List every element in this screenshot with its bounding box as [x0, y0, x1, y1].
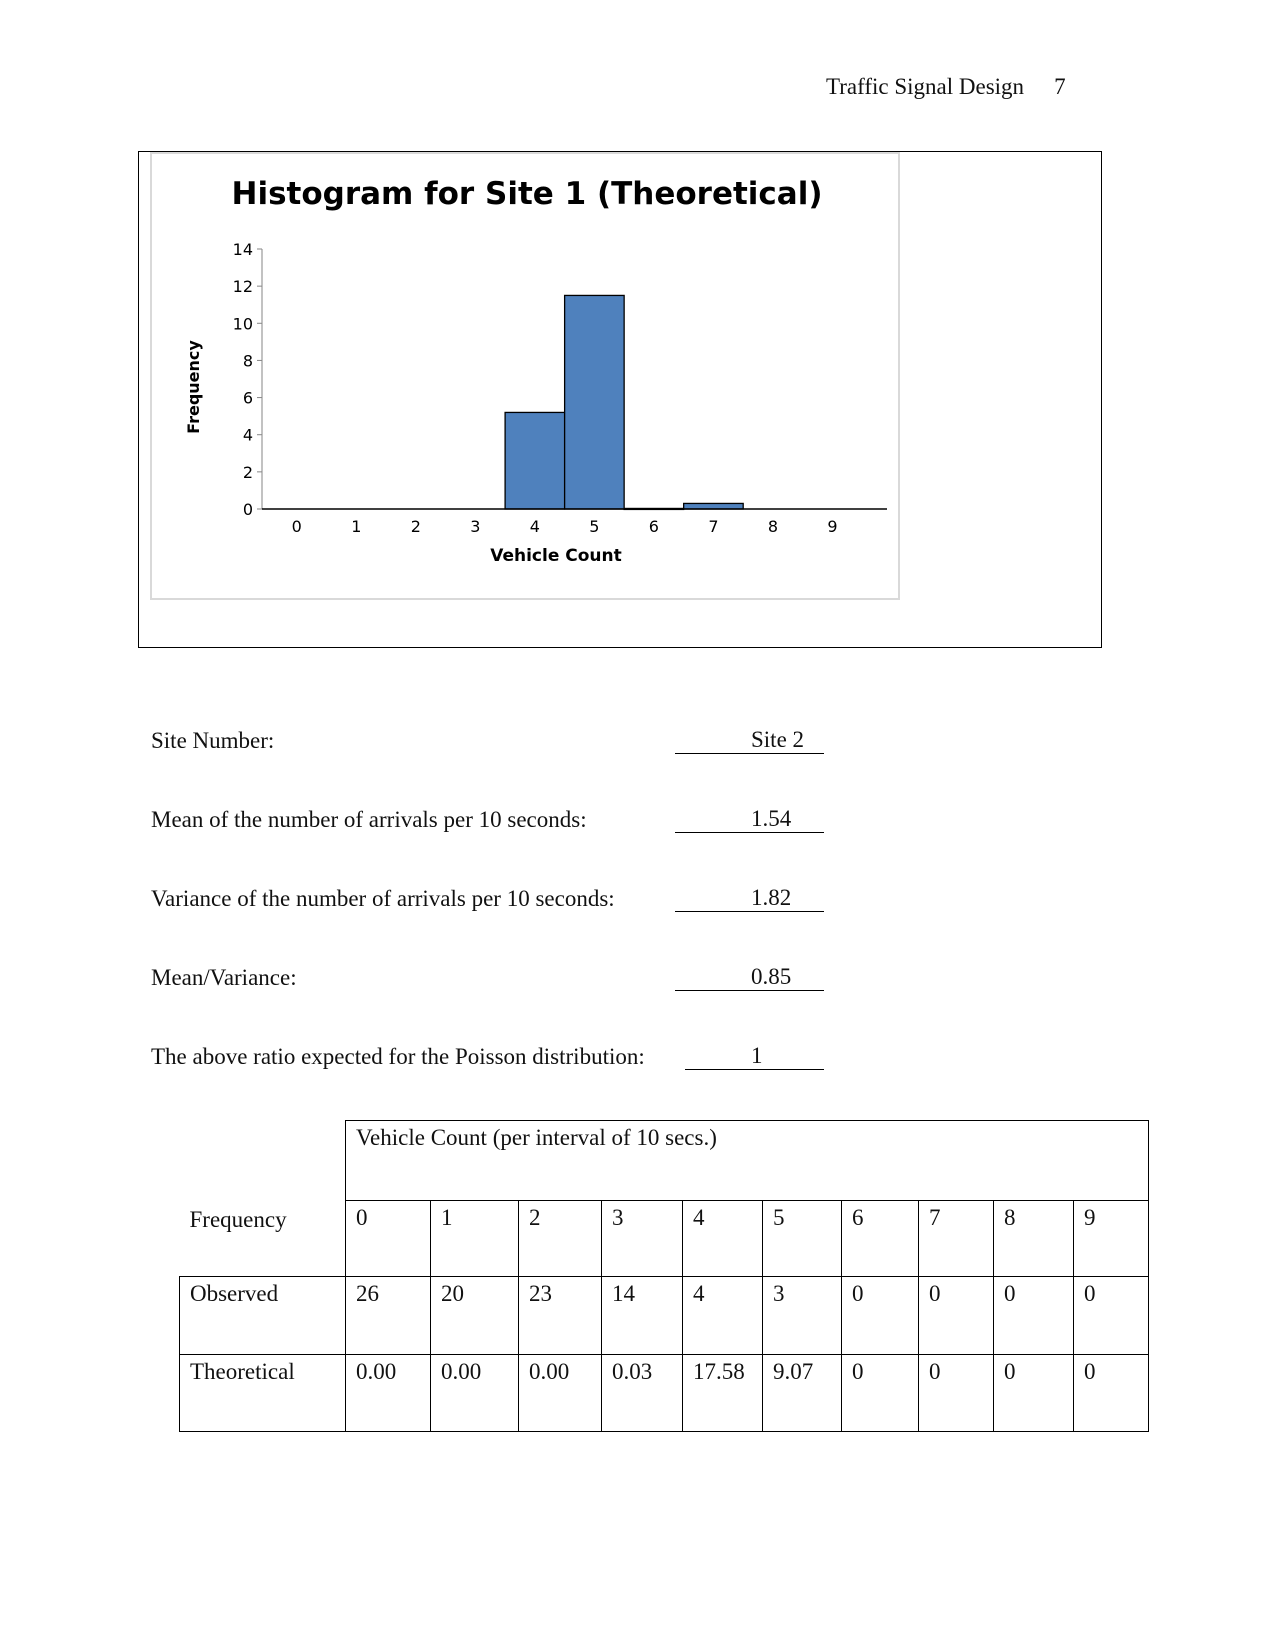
y-tick-label: 12: [233, 277, 253, 296]
x-axis-label: Vehicle Count: [490, 546, 622, 566]
histogram-bar-4: [504, 411, 566, 510]
x-tick-label: 1: [351, 517, 361, 536]
table-corner-cell: [180, 1121, 346, 1201]
y-tick-label: 6: [243, 389, 253, 408]
table-cell: 20: [430, 1276, 519, 1355]
row-label: Observed: [179, 1276, 346, 1355]
x-tick-label: 6: [649, 517, 659, 536]
table-group-header: Vehicle Count (per interval of 10 secs.): [345, 1120, 1149, 1201]
table-cell: 17.58: [682, 1354, 763, 1432]
field-value-site-number: Site 2: [675, 726, 824, 754]
table-cell: 14: [601, 1276, 683, 1355]
table-row-header-label: Frequency: [189, 1206, 287, 1232]
table-cell: 0: [1073, 1354, 1149, 1432]
column-header: 3: [601, 1200, 683, 1277]
table-cell: 0: [841, 1354, 919, 1432]
field-value-poisson-ratio: 1: [685, 1042, 824, 1070]
column-header: 9: [1073, 1200, 1149, 1277]
running-title: Traffic Signal Design: [826, 74, 1025, 99]
table-cell: 26: [345, 1276, 431, 1355]
table-cell: 23: [518, 1276, 602, 1355]
field-label-poisson-ratio: The above ratio expected for the Poisson…: [151, 1044, 645, 1069]
x-tick-label: 5: [589, 517, 599, 536]
column-header: 0: [345, 1200, 431, 1277]
y-axis-ticks: 0 2 4 6 8 10 12 14: [233, 240, 262, 519]
x-tick-label: 0: [292, 517, 302, 536]
field-label-mean-variance: Mean/Variance:: [151, 965, 297, 990]
field-label-variance: Variance of the number of arrivals per 1…: [151, 886, 615, 911]
x-axis-ticks: 0 1 2 3 4 5 6 7 8 9: [292, 517, 838, 536]
histogram-bar-5: [563, 294, 625, 510]
table-cell: 0.00: [430, 1354, 519, 1432]
table-cell: 0: [918, 1276, 994, 1355]
histogram-chart: Histogram for Site 1 (Theoretical) 0 2 4 6 8…: [150, 152, 900, 600]
x-tick-label: 7: [708, 517, 718, 536]
frequency-table: Vehicle Count (per interval of 10 secs.)…: [179, 1120, 1149, 1432]
field-label-mean: Mean of the number of arrivals per 10 se…: [151, 807, 587, 832]
y-tick-label: 4: [243, 426, 253, 445]
column-header: 7: [918, 1200, 994, 1277]
table-cell: 0.00: [345, 1354, 431, 1432]
column-header: 4: [682, 1200, 763, 1277]
histogram-svg: Histogram for Site 1 (Theoretical) 0 2 4 6 8…: [184, 176, 887, 566]
table-group-header-row: Vehicle Count (per interval of 10 secs.): [180, 1120, 1149, 1201]
y-tick-label: 10: [233, 314, 253, 333]
table-row-observed: Observed 26 20 23 14 4 3 0 0 0 0: [179, 1276, 1149, 1355]
table-row-theoretical: Theoretical 0.00 0.00 0.00 0.03 17.58 9.…: [179, 1354, 1149, 1432]
column-header: 6: [841, 1200, 919, 1277]
x-tick-label: 8: [768, 517, 778, 536]
column-header: 8: [993, 1200, 1074, 1277]
table-cell: 0: [841, 1276, 919, 1355]
chart-title: Histogram for Site 1 (Theoretical): [232, 176, 823, 212]
y-tick-label: 0: [243, 500, 253, 519]
site-number-value: Site 2: [751, 727, 805, 752]
field-value-variance: 1.82: [675, 884, 824, 912]
table-cell: 4: [682, 1276, 763, 1355]
histogram-bar-7: [683, 502, 744, 510]
table-cell: 0: [918, 1354, 994, 1432]
table-cell: 3: [762, 1276, 842, 1355]
column-header: 2: [518, 1200, 602, 1277]
field-label-site-number: Site Number:: [151, 728, 275, 753]
poisson-ratio-value: 1: [751, 1043, 763, 1068]
column-header: 1: [430, 1200, 519, 1277]
y-tick-label: 2: [243, 463, 253, 482]
mean-value: 1.54: [751, 806, 792, 831]
table-cell: 9.07: [762, 1354, 842, 1432]
y-tick-label: 14: [233, 240, 253, 259]
page-number: 7: [1054, 74, 1066, 99]
x-tick-label: 9: [827, 517, 837, 536]
bars: [504, 294, 744, 511]
table-cell: 0: [1073, 1276, 1149, 1355]
table-cell: 0.00: [518, 1354, 602, 1432]
table-cell: 0.03: [601, 1354, 683, 1432]
field-value-mean-variance: 0.85: [675, 963, 824, 991]
table-cell: 0: [993, 1354, 1074, 1432]
mean-variance-value: 0.85: [751, 964, 792, 989]
variance-value: 1.82: [751, 885, 792, 910]
column-header: 5: [762, 1200, 842, 1277]
y-axis-label: Frequency: [184, 340, 203, 434]
table-column-header-row: Frequency 0 1 2 3 4 5 6 7 8 9: [180, 1200, 1149, 1277]
x-tick-label: 3: [470, 517, 480, 536]
y-tick-label: 8: [243, 351, 253, 370]
row-label: Theoretical: [179, 1354, 346, 1432]
running-header: Traffic Signal Design 7: [826, 74, 1066, 100]
field-value-mean: 1.54: [675, 805, 824, 833]
table-cell: 0: [993, 1276, 1074, 1355]
x-tick-label: 2: [411, 517, 421, 536]
x-tick-label: 4: [530, 517, 540, 536]
